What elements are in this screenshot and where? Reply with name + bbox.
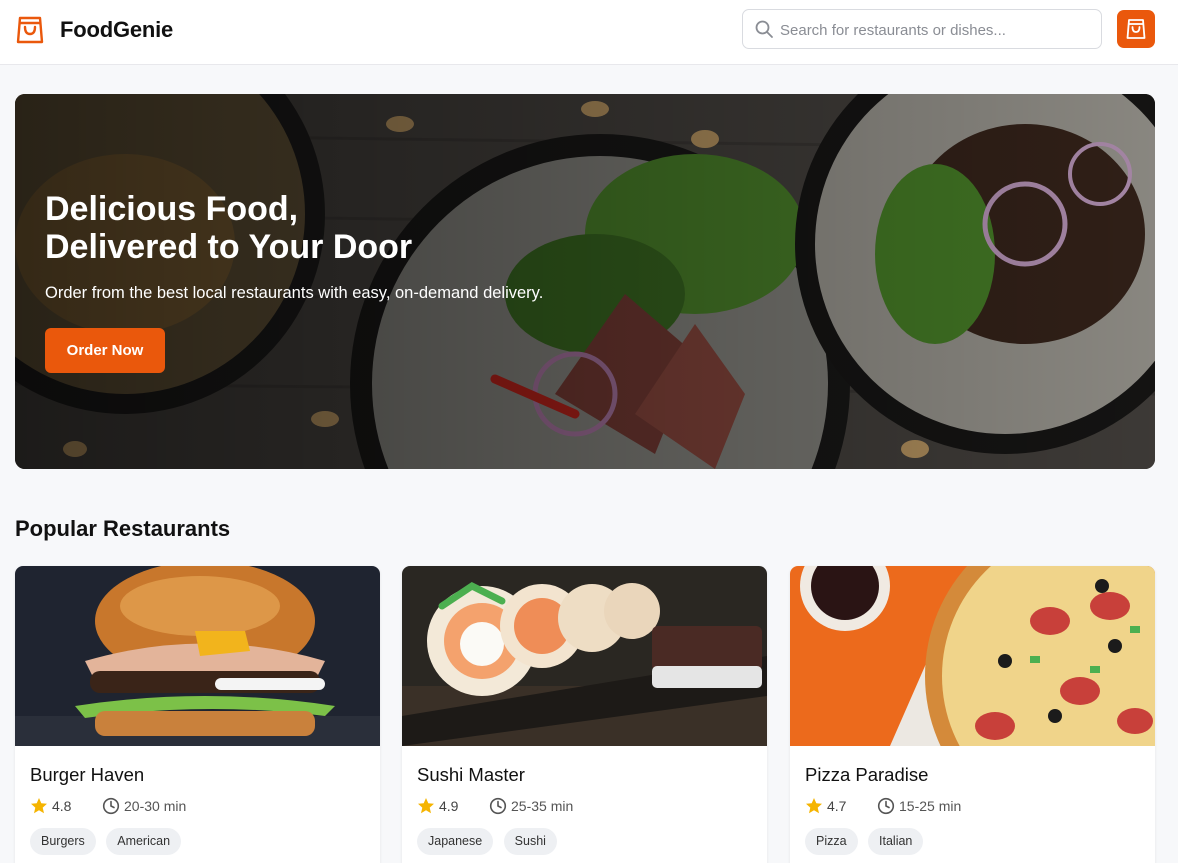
- top-nav: FoodGenie: [0, 0, 1178, 65]
- cart-button[interactable]: [1117, 10, 1155, 48]
- delivery-time: 15-25 min: [899, 798, 962, 814]
- cuisine-tag[interactable]: American: [106, 828, 182, 855]
- shopping-bag-logo-icon[interactable]: [16, 15, 44, 45]
- delivery-time: 25-35 min: [511, 798, 574, 814]
- rating-value: 4.7: [827, 798, 847, 814]
- cuisine-tag[interactable]: Pizza: [805, 828, 858, 855]
- star-icon: [418, 798, 434, 814]
- search-input[interactable]: [780, 18, 1090, 42]
- pizza-image: [790, 566, 1155, 746]
- hero-subtitle: Order from the best local restaurants wi…: [45, 284, 544, 302]
- hero-banner: Delicious Food, Delivered to Your Door O…: [15, 94, 1155, 469]
- shopping-bag-icon: [1126, 19, 1146, 39]
- restaurant-name[interactable]: Burger Haven: [30, 764, 144, 786]
- clock-icon: [877, 797, 895, 815]
- search-icon: [755, 20, 773, 38]
- section-title: Popular Restaurants: [15, 516, 231, 541]
- hero-title-line-1: Delicious Food,: [45, 190, 299, 228]
- cuisine-tag[interactable]: Japanese: [417, 828, 494, 855]
- restaurant-meta: 4.9 25-35 min: [417, 796, 747, 816]
- cuisine-tag[interactable]: Italian: [868, 828, 924, 855]
- rating-value: 4.9: [439, 798, 459, 814]
- restaurant-name[interactable]: Pizza Paradise: [805, 764, 928, 786]
- brand-name[interactable]: FoodGenie: [60, 17, 173, 43]
- tag-list: Burgers American: [30, 828, 187, 856]
- hero-title-line-2: Delivered to Your Door: [45, 228, 413, 266]
- clock-icon: [102, 797, 120, 815]
- burger-image: [15, 566, 380, 746]
- restaurant-name[interactable]: Sushi Master: [417, 764, 525, 786]
- delivery-time: 20-30 min: [124, 798, 187, 814]
- cuisine-tag[interactable]: Sushi: [503, 828, 557, 855]
- restaurant-card[interactable]: Burger Haven 4.8 20-30 min Burgers Ameri…: [15, 566, 380, 863]
- sushi-image: [402, 566, 767, 746]
- search-box[interactable]: [742, 9, 1102, 49]
- star-icon: [806, 798, 822, 814]
- restaurant-meta: 4.7 15-25 min: [805, 796, 1135, 816]
- hero-overlay: [15, 94, 1155, 469]
- tag-list: Pizza Italian: [805, 828, 929, 856]
- hero-title: Delicious Food, Delivered to Your Door: [45, 190, 645, 266]
- restaurant-card[interactable]: Pizza Paradise 4.7 15-25 min Pizza Itali…: [790, 566, 1155, 863]
- rating-value: 4.8: [52, 798, 72, 814]
- cuisine-tag[interactable]: Burgers: [30, 828, 96, 855]
- restaurant-meta: 4.8 20-30 min: [30, 796, 360, 816]
- restaurant-card[interactable]: Sushi Master 4.9 25-35 min Japanese Sush…: [402, 566, 767, 863]
- clock-icon: [489, 797, 507, 815]
- order-now-button[interactable]: Order Now: [45, 328, 165, 373]
- star-icon: [31, 798, 47, 814]
- tag-list: Japanese Sushi: [417, 828, 563, 856]
